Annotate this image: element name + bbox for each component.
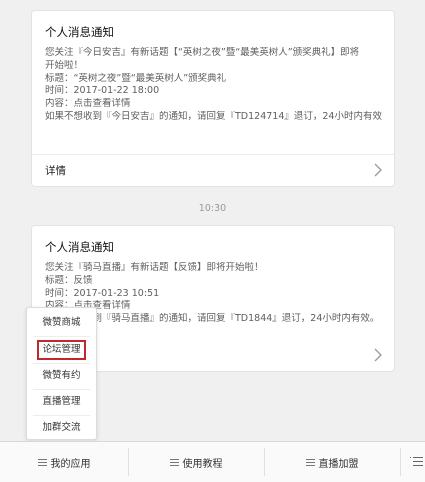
tab-label: 使用教程: [182, 458, 223, 470]
card-title: 个人消息通知: [45, 240, 114, 254]
popup-menu: 微赞商城 论坛管理 微赞有约 直播管理 加群交流: [26, 307, 97, 440]
card-line: 时间：2017-01-22 18:00: [45, 85, 160, 97]
chevron-right-icon: [374, 163, 382, 177]
menu-item-live-admin[interactable]: 直播管理: [27, 389, 96, 415]
card-body: 您关注『今日安吉』有新话题【“英树之夜”暨“最美英树人”颁奖典礼】即将 开始啦！…: [45, 47, 382, 124]
menu-item-forum-admin[interactable]: 论坛管理: [27, 337, 96, 363]
menu-icon: [169, 458, 179, 466]
card-line: 内容：点击查看详情: [45, 98, 131, 110]
tab-label: 直播加盟: [318, 458, 359, 470]
card-line: 您关注『骑马直播』有新话题【反馈】即将开始啦！: [45, 262, 264, 273]
tab-tutorial[interactable]: 使用教程: [128, 442, 264, 482]
details-label: 详情: [45, 165, 66, 177]
menu-icon: [305, 458, 315, 466]
keyboard-toggle-icon[interactable]: [410, 455, 423, 467]
card-line: 开始啦！: [45, 59, 84, 71]
card-line: 您关注『今日安吉』有新话题【“英树之夜”暨“最美英树人”颁奖典礼】即将: [45, 47, 360, 58]
menu-item-label: 加群交流: [42, 422, 81, 433]
menu-item-label: 直播管理: [42, 396, 81, 407]
tab-label: 我的应用: [50, 458, 91, 470]
tab-live-franchise[interactable]: 直播加盟: [264, 442, 400, 482]
card-line: 时间：2017-01-23 10:51: [45, 287, 160, 299]
time-separator: 10:30: [198, 203, 227, 214]
menu-item-label: 微赞商城: [42, 317, 81, 328]
details-link[interactable]: 详情: [32, 154, 394, 186]
menu-item-label: 微赞有约: [42, 370, 81, 381]
bottom-menu-bar: 我的应用 使用教程 直播加盟: [0, 441, 425, 482]
card-line: 如果不想收到『今日安吉』的通知，请回复『TD124714』退订，24小时内有效。: [45, 110, 382, 122]
menu-item-join-group[interactable]: 加群交流: [27, 415, 96, 441]
menu-item-label: 论坛管理: [42, 344, 81, 355]
card-line: 标题：反馈: [45, 274, 93, 286]
card-title: 个人消息通知: [45, 25, 114, 39]
card-line: 标题：“英树之夜”暨“最美英树人”颁奖典礼: [45, 72, 227, 84]
highlight-box: 论坛管理: [37, 340, 86, 360]
tab-my-apps[interactable]: 我的应用: [0, 442, 128, 482]
tab-divider: [400, 448, 401, 476]
message-card-1: 个人消息通知 您关注『今日安吉』有新话题【“英树之夜”暨“最美英树人”颁奖典礼】…: [31, 10, 395, 187]
menu-item-mall[interactable]: 微赞商城: [27, 310, 96, 336]
chevron-right-icon: [374, 348, 382, 362]
menu-item-appointment[interactable]: 微赞有约: [27, 363, 96, 389]
menu-icon: [37, 458, 47, 466]
